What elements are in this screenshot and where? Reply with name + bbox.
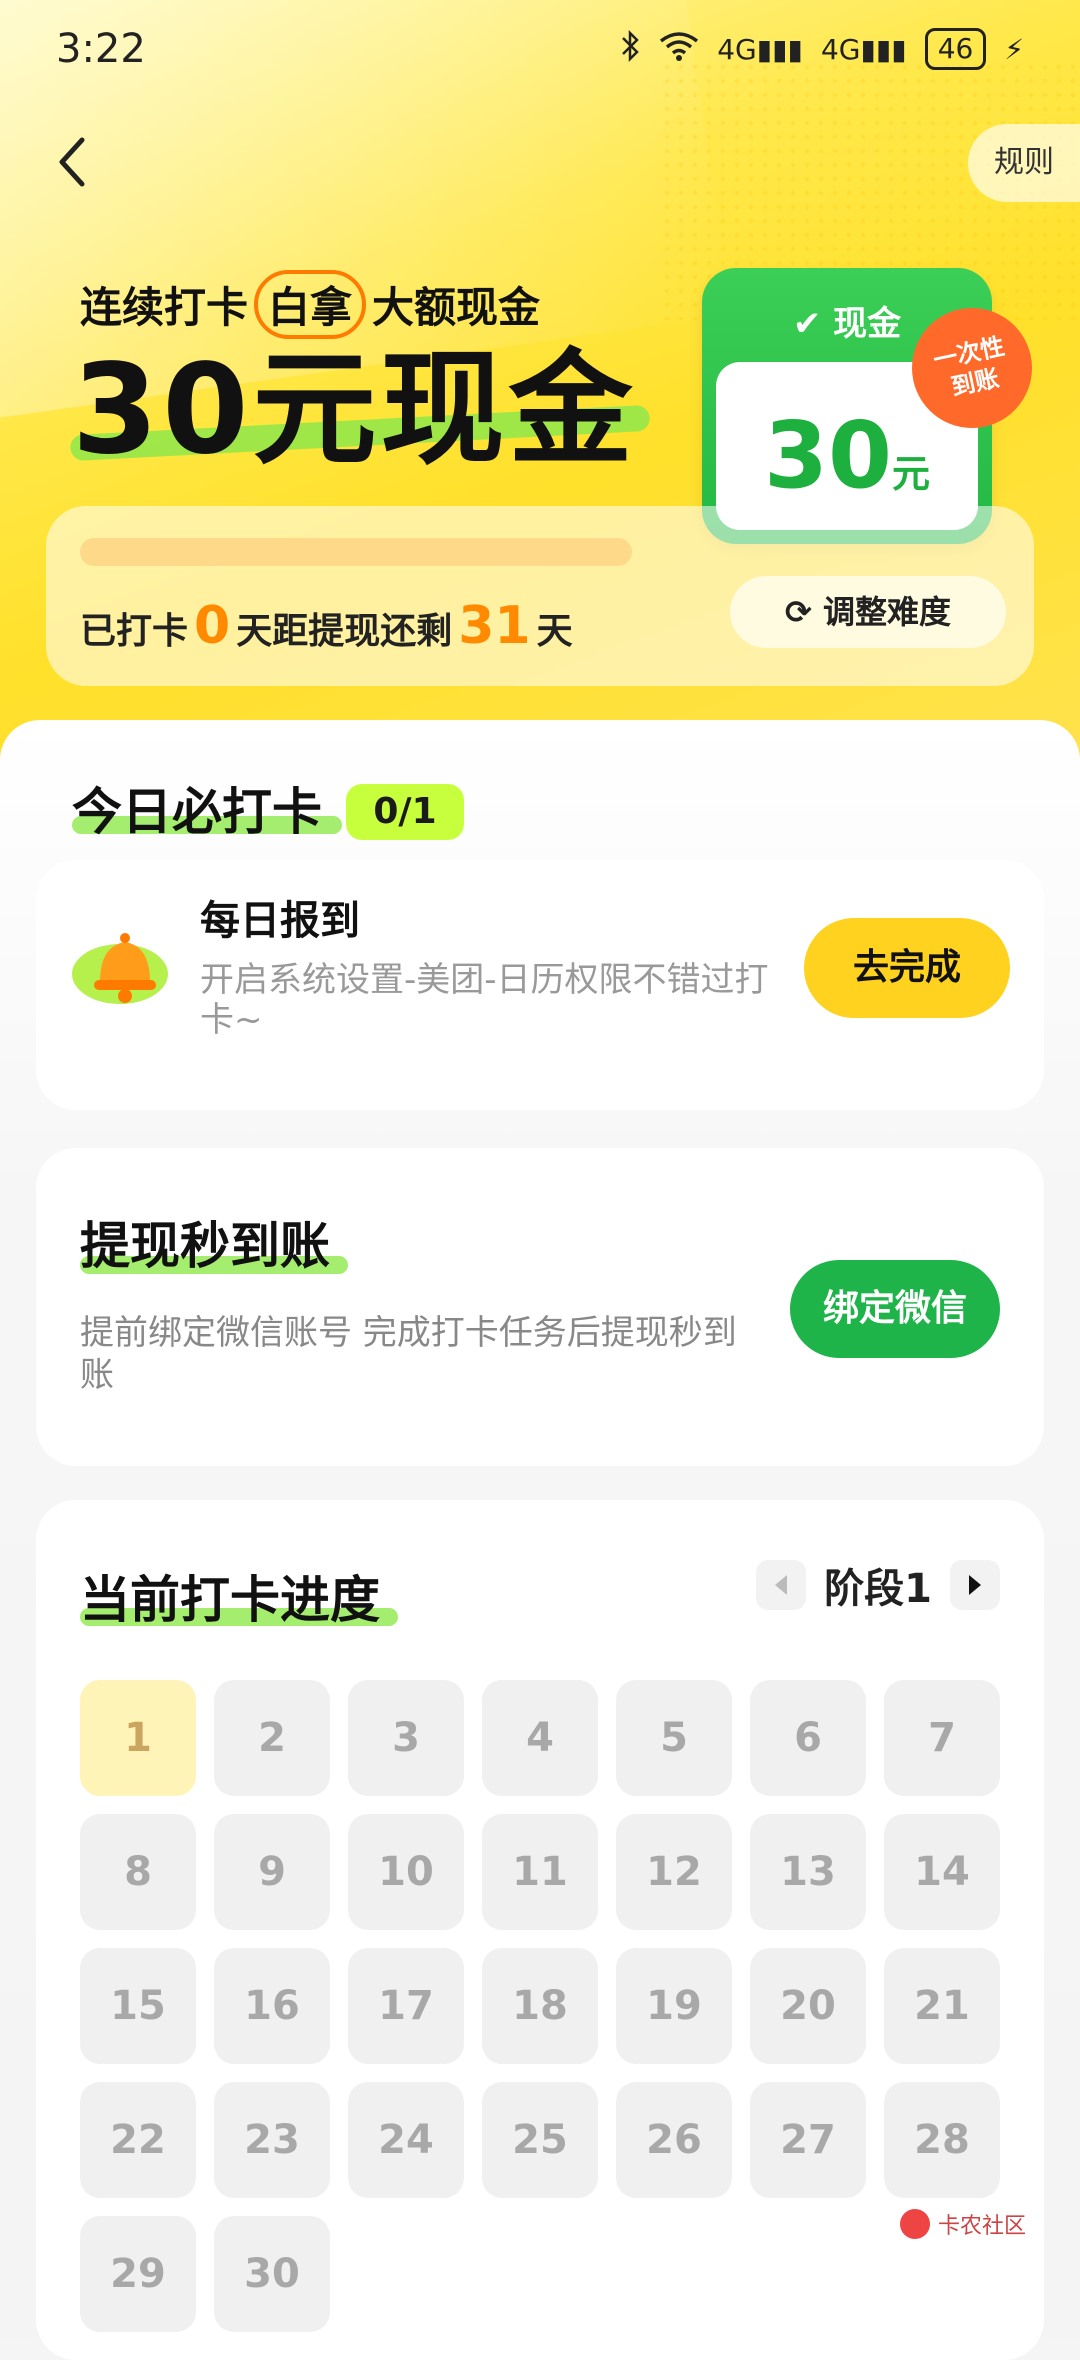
- day-cell: 6: [750, 1680, 866, 1796]
- progress-title: 当前打卡进度: [80, 1571, 380, 1629]
- hero-title: 30元现金: [72, 338, 637, 482]
- refresh-icon: ⟳: [785, 593, 812, 631]
- previous-stage-button[interactable]: [756, 1560, 807, 1610]
- triangle-right-icon: [969, 1575, 981, 1595]
- day-cell: 5: [616, 1680, 732, 1796]
- day-cell: 26: [616, 2082, 732, 2198]
- watermark: 卡农社区: [900, 2208, 1026, 2240]
- day-cell: 13: [750, 1814, 866, 1930]
- bluetooth-icon: [619, 29, 641, 69]
- day-cell: 21: [884, 1948, 1000, 2064]
- day-grid: 1 2 3 4 5 6 7 8 9 10 11 12 13 14 15 16 17 18 19 20 21 22 23 24 2…: [80, 1680, 1000, 2332]
- day-cell: 15: [80, 1948, 196, 2064]
- signal-icon: 4G▮▮▮: [820, 32, 907, 66]
- charging-icon: ⚡: [1004, 32, 1024, 66]
- day-cell: 8: [80, 1814, 196, 1930]
- triangle-left-icon: [775, 1575, 788, 1595]
- day-cell: 30: [214, 2216, 330, 2332]
- rules-button[interactable]: 规则: [968, 124, 1080, 202]
- day-cell: 22: [80, 2082, 196, 2198]
- check-circle-icon: ✔: [792, 304, 822, 344]
- day-cell: 3: [348, 1680, 464, 1796]
- today-count-badge: 0/1: [346, 784, 464, 840]
- withdraw-title: 提现秒到账: [80, 1217, 330, 1275]
- checked-days: 0: [194, 596, 231, 656]
- day-cell: 12: [616, 1814, 732, 1930]
- day-cell: 1: [80, 1680, 196, 1796]
- bell-icon: [70, 916, 180, 1016]
- day-cell: 24: [348, 2082, 464, 2198]
- highlight-circle-text: 白拿: [254, 270, 367, 339]
- progress-text: 已打卡 0 天距提现还剩 31 天: [80, 596, 573, 656]
- battery-icon: 46: [924, 28, 987, 70]
- remaining-days: 31: [458, 596, 531, 656]
- day-cell: 16: [214, 1948, 330, 2064]
- day-cell: 17: [348, 1948, 464, 2064]
- status-time: 3:22: [56, 26, 146, 72]
- day-cell: 18: [482, 1948, 598, 2064]
- day-cell: 10: [348, 1814, 464, 1930]
- progress-panel: 已打卡 0 天距提现还剩 31 天 ⟳ 调整难度: [46, 506, 1034, 686]
- day-cell: 7: [884, 1680, 1000, 1796]
- status-bar: 3:22 4G▮▮▮ 4G▮▮▮ 46 ⚡: [0, 0, 1080, 100]
- today-title: 今日必打卡: [72, 783, 322, 841]
- day-cell: 11: [482, 1814, 598, 1930]
- hero-banner: 3:22 4G▮▮▮ 4G▮▮▮ 46 ⚡ 规则 连续打卡 白拿 大额现金 30元现…: [0, 0, 1080, 760]
- day-cell: 27: [750, 2082, 866, 2198]
- stage-switcher: 阶段1: [756, 1556, 1000, 1614]
- day-cell: 28: [884, 2082, 1000, 2198]
- day-cell: 29: [80, 2216, 196, 2332]
- day-cell: 4: [482, 1680, 598, 1796]
- hero-subtitle: 连续打卡 白拿 大额现金: [80, 270, 540, 339]
- signal-icon: 4G▮▮▮: [717, 32, 803, 66]
- day-cell: 20: [750, 1948, 866, 2064]
- bind-wechat-button[interactable]: 绑定微信: [790, 1260, 1000, 1358]
- adjust-difficulty-button[interactable]: ⟳ 调整难度: [730, 576, 1006, 648]
- wifi-icon: [659, 31, 699, 68]
- withdraw-description: 提前绑定微信账号 完成打卡任务后提现秒到账: [80, 1313, 737, 1395]
- day-cell: 14: [884, 1814, 1000, 1930]
- day-cell: 19: [616, 1948, 732, 2064]
- task-name: 每日报到: [200, 898, 360, 944]
- next-stage-button[interactable]: [950, 1560, 1000, 1610]
- complete-task-button[interactable]: 去完成: [804, 918, 1010, 1018]
- chevron-left-icon: [59, 137, 85, 187]
- back-button[interactable]: [52, 132, 92, 192]
- status-icons: 4G▮▮▮ 4G▮▮▮ 46 ⚡: [619, 28, 1024, 70]
- watermark-logo: [900, 2209, 930, 2239]
- task-description: 开启系统设置-美团-日历权限不错过打卡~: [200, 960, 769, 1040]
- day-cell: 9: [214, 1814, 330, 1930]
- progress-bar: [80, 538, 632, 566]
- day-cell: 25: [482, 2082, 598, 2198]
- day-cell: 23: [214, 2082, 330, 2198]
- stage-label: 阶段1: [824, 1566, 932, 1612]
- day-cell: 2: [214, 1680, 330, 1796]
